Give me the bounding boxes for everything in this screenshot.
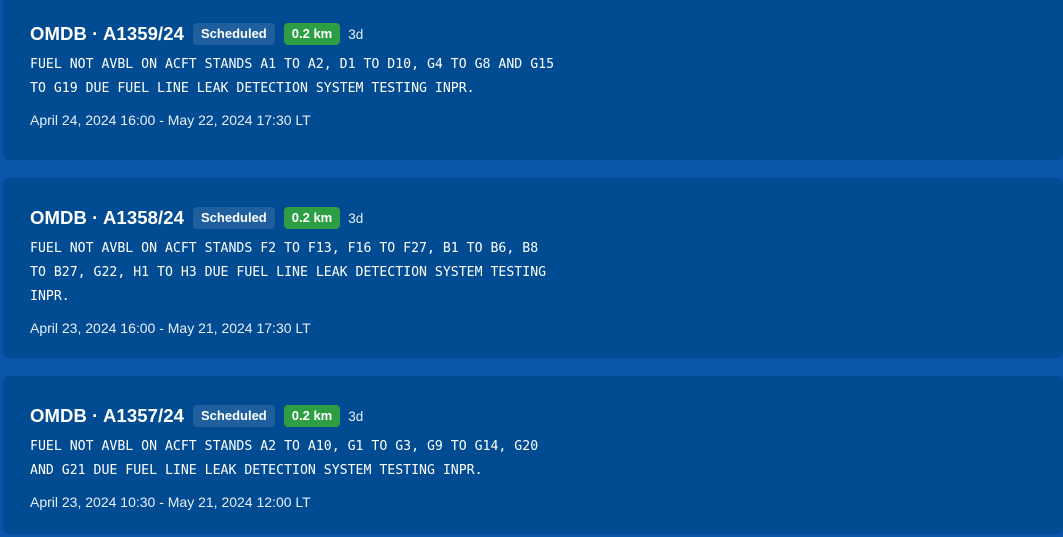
- notam-card[interactable]: OMDB · A1358/24 Scheduled 0.2 km 3d FUEL…: [3, 178, 1063, 358]
- status-badge: Scheduled: [193, 405, 275, 427]
- validity-range: April 23, 2024 16:00 - May 21, 2024 17:3…: [30, 320, 311, 336]
- age-label: 3d: [348, 408, 364, 424]
- distance-badge: 0.2 km: [283, 405, 341, 427]
- status-badge: Scheduled: [193, 23, 275, 45]
- status-badge: Scheduled: [193, 207, 275, 229]
- notam-list: OMDB · A1359/24 Scheduled 0.2 km 3d FUEL…: [0, 0, 1063, 537]
- notam-text: FUEL NOT AVBL ON ACFT STANDS F2 TO F13, …: [30, 241, 547, 304]
- notam-title: OMDB · A1358/24: [30, 207, 185, 228]
- notam-text: FUEL NOT AVBL ON ACFT STANDS A2 TO A10, …: [30, 439, 539, 478]
- age-label: 3d: [348, 210, 364, 226]
- notam-card[interactable]: OMDB · A1359/24 Scheduled 0.2 km 3d FUEL…: [3, 0, 1063, 160]
- notam-title: OMDB · A1357/24: [30, 405, 185, 426]
- notam-header: OMDB · A1358/24 Scheduled 0.2 km 3d: [30, 204, 1063, 232]
- notam-header: OMDB · A1357/24 Scheduled 0.2 km 3d: [30, 402, 1063, 430]
- notam-title: OMDB · A1359/24: [30, 23, 185, 44]
- notam-text: FUEL NOT AVBL ON ACFT STANDS A1 TO A2, D…: [30, 57, 555, 96]
- age-label: 3d: [348, 26, 364, 42]
- validity-range: April 24, 2024 16:00 - May 22, 2024 17:3…: [30, 112, 311, 128]
- distance-badge: 0.2 km: [283, 207, 341, 229]
- validity-range: April 23, 2024 10:30 - May 21, 2024 12:0…: [30, 494, 311, 510]
- notam-card[interactable]: OMDB · A1357/24 Scheduled 0.2 km 3d FUEL…: [3, 376, 1063, 534]
- distance-badge: 0.2 km: [283, 23, 341, 45]
- notam-header: OMDB · A1359/24 Scheduled 0.2 km 3d: [30, 20, 1063, 48]
